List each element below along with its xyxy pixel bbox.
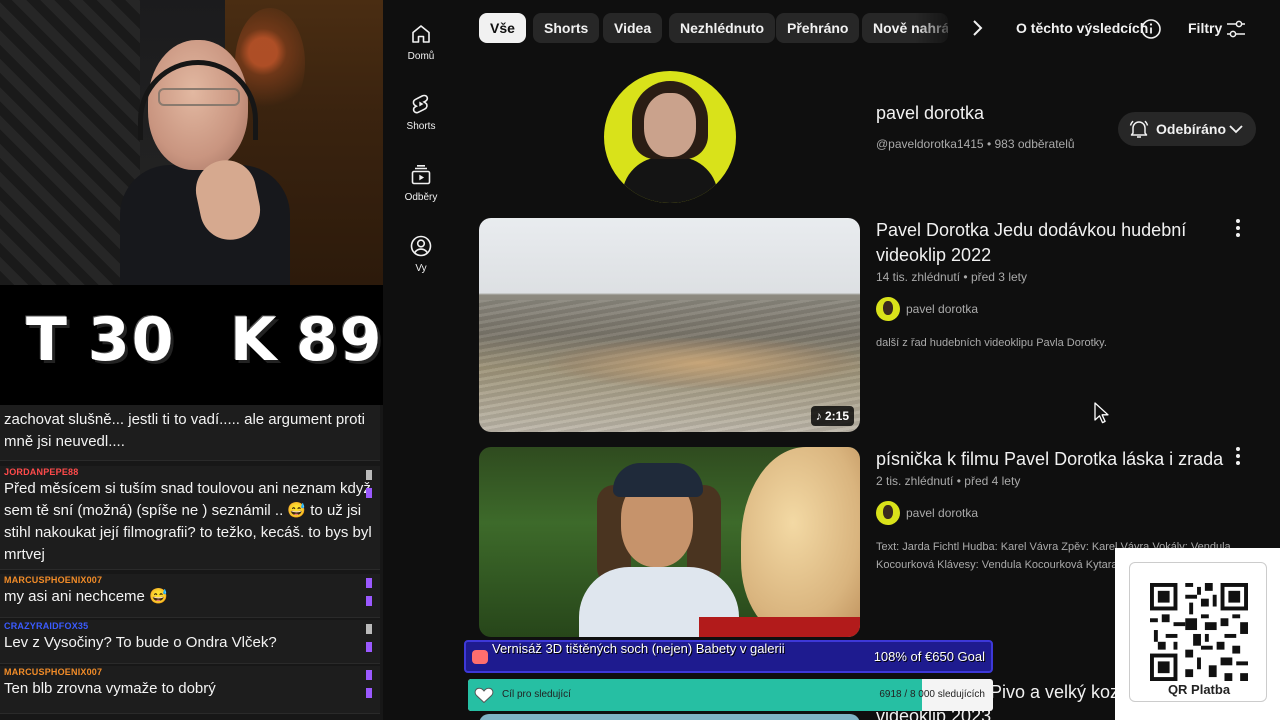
more-options-icon[interactable] [1228,216,1248,240]
chat-message-text: Před měsícem si tuším snad toulovou ani … [4,480,372,563]
score-k-value: 89 [296,305,384,375]
account-icon [410,235,432,257]
video-thumbnail[interactable] [479,714,860,720]
bell-icon [1129,120,1149,138]
score-t-value: 30 [88,305,176,375]
video-channel-name: pavel dorotka [906,302,979,316]
chips-fade [915,13,960,43]
follower-goal-label: Cíl pro sledující [502,689,571,700]
chat-message: MARCUSPHOENIX007 my asi ani nechceme 😅 [0,574,380,618]
video-title-line: Pivo a velký kozy [990,682,1129,702]
channel-subscribers: 983 odběratelů [994,137,1075,151]
nav-item-label: Domů [407,51,435,62]
chat-username[interactable]: CRAZYRAIDFOX35 [4,620,376,632]
filters-button[interactable]: Filtry [1188,13,1222,43]
chat-message-text: my asi ani nechceme 😅 [4,588,168,605]
subscribed-label: Odebíráno [1156,121,1227,137]
goal-icon [472,650,488,664]
chips-next-button[interactable] [962,13,992,43]
heart-icon [474,687,494,704]
shorts-icon [412,94,429,114]
video-duration: ♪ 2:15 [810,406,854,426]
nav-item-subscriptions[interactable]: Odběry [383,163,459,223]
nav-item-label: Shorts [406,121,436,132]
subscriptions-icon [411,165,431,185]
chip-shorts[interactable]: Shorts [533,13,600,43]
chevron-down-icon [1229,125,1243,134]
chat-message-text: Lev z Vysočiny? To bude o Ondra Vlček? [4,634,277,651]
stream-overlay-panel: T 30 K 89 zachovat slušně... jestli ti t… [0,0,383,720]
mouse-cursor-icon [1094,402,1109,424]
channel-avatar[interactable] [604,71,736,203]
nav-item-you[interactable]: Vy [383,234,459,294]
video-title[interactable]: Pavel Dorotka Jedu dodávkou hudební vide… [876,218,1216,268]
video-age: před 3 lety [970,270,1027,284]
chip-unwatched[interactable]: Nezhlédnuto [669,13,775,43]
more-options-icon[interactable] [1228,444,1248,468]
channel-handle: @paveldorotka1415 [876,137,984,151]
video-views: 2 tis. zhlédnutí [876,474,954,488]
qr-code-icon [1150,583,1248,681]
chat-badge-icon [365,467,378,498]
follower-goal-bar: Cíl pro sledující 6918 / 8 000 sledující… [468,679,993,711]
channel-meta: @paveldorotka1415 • 983 odběratelů [876,137,1075,151]
qr-card: QR Platba [1129,562,1267,702]
screen: T 30 K 89 zachovat slušně... jestli ti t… [0,0,1280,720]
chat-message-text: Ten blb zrovna vymaže to dobrý [4,680,216,697]
donation-goal-bar: Vernisáž 3D tištěných soch (nejen) Babet… [464,640,993,673]
chip-watched[interactable]: Přehráno [776,13,860,43]
video-title[interactable]: písnička k filmu Pavel Dorotka láska i z… [876,447,1236,472]
video-description: další z řad hudebních videoklipu Pavla D… [876,337,1107,349]
nav-item-home[interactable]: Domů [383,22,459,82]
chat-message-text: zachovat slušně... jestli ti to vadí....… [4,411,366,450]
chat-badge-icon [365,667,378,698]
video-age: před 4 lety [964,474,1021,488]
nav-item-shorts[interactable]: Shorts [383,92,459,152]
chat-username[interactable]: JORDANPEPE88 [4,466,376,478]
chat-username[interactable]: MARCUSPHOENIX007 [4,666,376,678]
goal-amount: 108% of €650 Goal [873,649,985,664]
qr-payment-panel: QR Platba [1115,548,1280,720]
nav-item-label: Vy [415,263,427,274]
follower-goal-count: 6918 / 8 000 sledujících [879,689,985,700]
chip-videos[interactable]: Videa [603,13,663,43]
video-thumbnail[interactable] [479,447,860,637]
chat-badge-icon [365,575,378,606]
channel-mini-avatar [876,297,900,321]
chat-message: JORDANPEPE88 Před měsícem si tuším snad … [0,466,380,570]
nav-rail: Domů Shorts Odběry Vy [383,0,459,720]
subscribed-button[interactable]: Odebíráno [1118,112,1256,146]
filter-sliders-icon[interactable] [1226,19,1246,39]
chat-username[interactable]: MARCUSPHOENIX007 [4,574,376,586]
channel-mini-avatar [876,501,900,525]
video-meta: 14 tis. zhlédnutí • před 3 lety [876,270,1027,284]
score-display: T 30 K 89 [0,285,383,405]
meta-separator: • [963,270,971,284]
chevron-right-icon [973,20,983,36]
channel-name[interactable]: pavel dorotka [876,103,984,124]
chat-badge-icon [365,621,378,652]
webcam-feed [0,0,383,285]
video-channel-name: pavel dorotka [906,506,979,520]
chat-message: CRAZYRAIDFOX35 Lev z Vysočiny? To bude o… [0,620,380,664]
chat-message: zachovat slušně... jestli ti to vadí....… [0,405,380,461]
video-thumbnail[interactable]: ♪ 2:15 [479,218,860,432]
about-results-link[interactable]: O těchto výsledcích [1016,13,1148,43]
video-meta: 2 tis. zhlédnutí • před 4 lety [876,474,1020,488]
stream-chat: zachovat slušně... jestli ti to vadí....… [0,405,383,720]
chip-all[interactable]: Vše [479,13,526,43]
goal-title: Vernisáž 3D tištěných soch (nejen) Babet… [492,641,785,656]
score-t-label: T [26,305,69,375]
nav-item-label: Odběry [404,192,438,203]
score-k-label: K [230,305,279,375]
info-icon[interactable] [1140,18,1162,40]
streamer [120,40,290,285]
video-views: 14 tis. zhlédnutí [876,270,961,284]
qr-label: QR Platba [1167,682,1231,697]
home-icon [412,25,430,43]
chat-message: MARCUSPHOENIX007 Ten blb zrovna vymaže t… [0,666,380,714]
